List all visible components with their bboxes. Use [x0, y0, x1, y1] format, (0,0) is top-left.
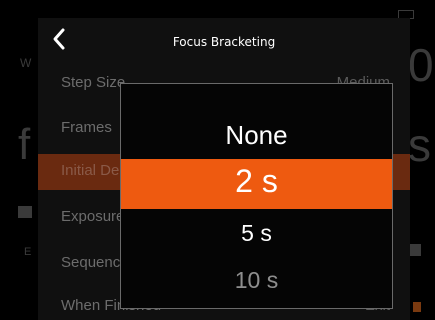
- page-title: Focus Bracketing: [172, 35, 276, 49]
- background-digit: f: [18, 120, 31, 169]
- background-orange-marker: [413, 302, 421, 312]
- picker-option-5s[interactable]: 5 s: [121, 220, 392, 247]
- value-picker[interactable]: None 2 s 5 s 10 s: [120, 83, 393, 309]
- menu-row-label: Step Size: [61, 74, 126, 91]
- background-icon: W: [20, 56, 32, 70]
- background-digit: 0: [408, 39, 434, 91]
- background-digit: s: [408, 119, 431, 171]
- menu-row-label: Frames: [61, 119, 112, 136]
- picker-option-none[interactable]: None: [121, 120, 392, 151]
- picker-option-10s[interactable]: 10 s: [121, 267, 392, 294]
- menu-row-label: Sequence: [61, 254, 129, 271]
- background-badge-icon: [18, 206, 32, 218]
- background-icon: E: [24, 246, 32, 258]
- picker-option-2s[interactable]: 2 s: [121, 163, 392, 200]
- menu-header: Focus Bracketing: [38, 18, 410, 62]
